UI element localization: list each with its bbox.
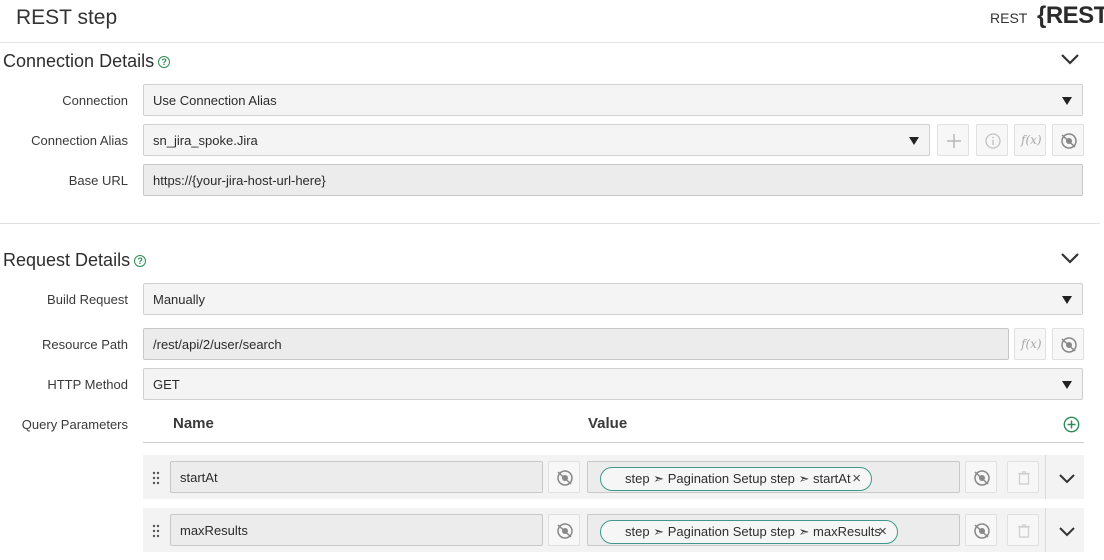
data-pill[interactable]: step ➣ Pagination Setup step ➣ maxResult… bbox=[600, 520, 898, 544]
resource-path-label: Resource Path bbox=[42, 337, 128, 352]
value-data-pill-button[interactable] bbox=[965, 514, 997, 546]
remove-pill-icon[interactable]: × bbox=[878, 521, 887, 543]
data-pill-label: step ➣ Pagination Setup step ➣ startAt bbox=[625, 471, 851, 486]
connection-alias-value: sn_jira_spoke.Jira bbox=[153, 133, 258, 148]
name-data-pill-button[interactable] bbox=[548, 514, 580, 546]
alias-info-button[interactable] bbox=[976, 124, 1008, 156]
connection-alias-label: Connection Alias bbox=[31, 133, 128, 148]
data-pill-picker-icon bbox=[974, 470, 990, 486]
parameter-value-field[interactable]: step ➣ Pagination Setup step ➣ maxResult… bbox=[587, 514, 960, 546]
data-pill-picker-icon bbox=[1061, 337, 1077, 353]
data-pill-picker-icon bbox=[557, 523, 573, 539]
data-pill-picker-icon bbox=[1061, 133, 1077, 149]
query-parameters-label: Query Parameters bbox=[21, 417, 128, 432]
step-type-label: REST bbox=[990, 10, 1028, 26]
drag-handle-icon[interactable] bbox=[152, 524, 160, 538]
name-column-header: Name bbox=[173, 415, 214, 432]
add-alias-button[interactable] bbox=[937, 124, 969, 156]
base-url-value: https://{your-jira-host-url-here} bbox=[153, 173, 326, 188]
add-parameter-icon[interactable] bbox=[1063, 416, 1080, 433]
page-title: REST step bbox=[16, 6, 118, 29]
function-icon: f(x) bbox=[1021, 337, 1042, 351]
parameter-name-field[interactable]: maxResults bbox=[170, 514, 543, 546]
chevron-down-icon[interactable] bbox=[1058, 525, 1076, 537]
connection-select[interactable]: Use Connection Alias bbox=[143, 84, 1083, 116]
chevron-down-icon[interactable] bbox=[1059, 51, 1081, 67]
trash-icon bbox=[1018, 471, 1030, 485]
delete-parameter-button[interactable] bbox=[1007, 514, 1039, 546]
chevron-down-icon[interactable] bbox=[1058, 472, 1076, 484]
parameter-name-value: startAt bbox=[180, 470, 218, 485]
data-pill-picker-icon bbox=[557, 470, 573, 486]
resource-path-data-pill-button[interactable] bbox=[1052, 328, 1084, 360]
row-separator bbox=[1045, 508, 1046, 552]
data-pill-picker-icon bbox=[974, 523, 990, 539]
build-request-select[interactable]: Manually bbox=[143, 283, 1083, 315]
base-url-field[interactable]: https://{your-jira-host-url-here} bbox=[143, 164, 1083, 196]
build-request-label: Build Request bbox=[47, 292, 128, 307]
name-data-pill-button[interactable] bbox=[548, 461, 580, 493]
connection-details-title: Connection Details bbox=[3, 51, 155, 71]
connection-alias-select[interactable]: sn_jira_spoke.Jira bbox=[143, 124, 930, 156]
help-circle-icon[interactable]: ? bbox=[158, 56, 171, 68]
connection-details-heading: Connection Details? bbox=[3, 51, 171, 72]
remove-pill-icon[interactable]: × bbox=[852, 468, 861, 490]
step-header: REST step REST {REST} bbox=[0, 0, 1104, 43]
alias-data-pill-button[interactable] bbox=[1052, 124, 1084, 156]
connection-value: Use Connection Alias bbox=[153, 93, 277, 108]
drag-handle-icon[interactable] bbox=[152, 471, 160, 485]
rest-logo: {REST} bbox=[1037, 2, 1104, 29]
dropdown-caret-icon bbox=[1062, 97, 1072, 105]
http-method-label: HTTP Method bbox=[47, 377, 128, 392]
value-data-pill-button[interactable] bbox=[965, 461, 997, 493]
connection-label: Connection bbox=[62, 93, 128, 108]
request-details-heading: Request Details? bbox=[3, 250, 147, 271]
value-column-header: Value bbox=[588, 415, 628, 432]
resource-path-field[interactable]: /rest/api/2/user/search bbox=[143, 328, 1009, 360]
parameter-name-field[interactable]: startAt bbox=[170, 461, 543, 493]
parameter-name-value: maxResults bbox=[180, 523, 248, 538]
http-method-value: GET bbox=[153, 377, 180, 392]
dropdown-caret-icon bbox=[1062, 381, 1072, 389]
http-method-select[interactable]: GET bbox=[143, 368, 1083, 400]
alias-script-button[interactable]: f(x) bbox=[1014, 124, 1046, 156]
query-parameters-header-line bbox=[143, 442, 1084, 443]
resource-path-script-button[interactable]: f(x) bbox=[1014, 328, 1046, 360]
row-separator bbox=[1045, 455, 1046, 499]
chevron-down-icon[interactable] bbox=[1059, 250, 1081, 266]
build-request-value: Manually bbox=[153, 292, 206, 307]
request-details-title: Request Details bbox=[3, 250, 131, 270]
dropdown-caret-icon bbox=[1062, 296, 1072, 304]
info-icon bbox=[985, 133, 1001, 149]
data-pill[interactable]: step ➣ Pagination Setup step ➣ startAt × bbox=[600, 467, 872, 491]
resource-path-value: /rest/api/2/user/search bbox=[153, 337, 282, 352]
section-divider bbox=[0, 223, 1100, 224]
parameter-value-field[interactable]: step ➣ Pagination Setup step ➣ startAt × bbox=[587, 461, 960, 493]
base-url-label: Base URL bbox=[68, 173, 128, 188]
delete-parameter-button[interactable] bbox=[1007, 461, 1039, 493]
help-circle-icon[interactable]: ? bbox=[134, 255, 147, 267]
dropdown-caret-icon bbox=[909, 137, 919, 145]
data-pill-label: step ➣ Pagination Setup step ➣ maxResult… bbox=[625, 524, 881, 539]
trash-icon bbox=[1018, 524, 1030, 538]
plus-icon bbox=[947, 134, 961, 148]
function-icon: f(x) bbox=[1021, 133, 1042, 147]
